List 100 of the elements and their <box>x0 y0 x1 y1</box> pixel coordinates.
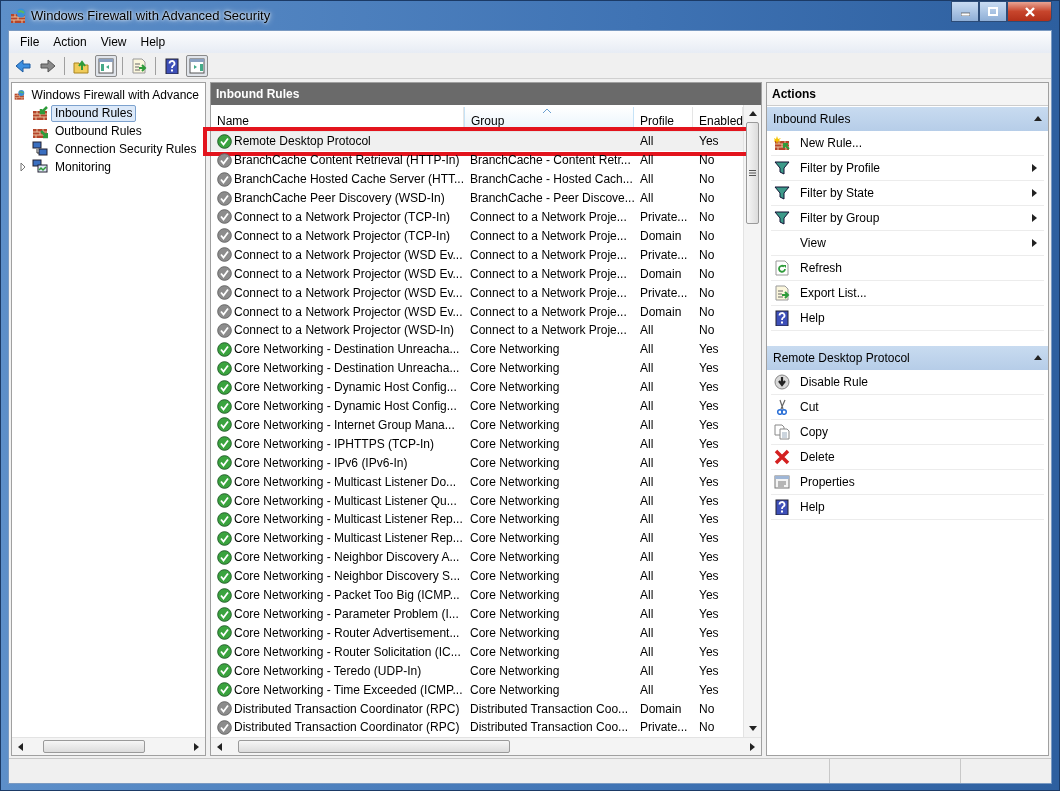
tree-item[interactable]: Windows Firewall with Advance <box>27 86 203 104</box>
action-link[interactable]: Delete <box>800 450 1044 464</box>
funnel-icon <box>774 210 790 226</box>
table-cell: Core Networking - Parameter Problem (I... <box>234 607 459 621</box>
table-cell: Core Networking - Router Advertisement... <box>234 625 460 640</box>
menu-item[interactable]: Help <box>133 33 173 51</box>
horizontal-scrollbar[interactable] <box>12 737 205 755</box>
new-rule-icon <box>774 135 790 151</box>
copy-icon <box>774 424 790 440</box>
maximize-button[interactable] <box>979 1 1007 22</box>
table-cell: Core Networking - Destination Unreacha... <box>234 361 460 376</box>
tree-item[interactable]: Inbound Rules <box>51 104 137 122</box>
table-cell: Distributed Transaction Coordinator (RPC) <box>234 720 460 735</box>
action-link[interactable]: Help <box>800 500 1044 514</box>
scroll-down-icon[interactable] <box>748 724 757 733</box>
table-cell: BranchCache - Peer Discove... <box>470 191 635 206</box>
tree-item[interactable]: Outbound Rules <box>51 122 146 140</box>
table-cell: Core Networking <box>470 436 560 451</box>
export-list-icon <box>774 285 790 301</box>
table-cell: Yes <box>699 361 719 376</box>
table-cell: All <box>640 474 654 489</box>
table-cell: Connect to a Network Projector (TCP-In) <box>234 228 451 243</box>
scroll-thumb[interactable] <box>43 740 145 753</box>
table-cell: No <box>699 266 715 281</box>
scroll-left-icon[interactable] <box>16 742 25 751</box>
section-header[interactable]: Remote Desktop Protocol <box>767 346 1048 370</box>
submenu-arrow-icon[interactable] <box>1031 164 1039 172</box>
minimize-button[interactable] <box>951 1 979 22</box>
table-cell: Yes <box>699 380 719 395</box>
action-link[interactable]: Filter by Group <box>800 211 1021 225</box>
table-cell: Core Networking <box>470 417 560 432</box>
table-cell: Core Networking - Destination Unreacha... <box>234 342 460 357</box>
funnel-icon <box>774 160 790 176</box>
submenu-arrow-icon[interactable] <box>1031 214 1039 222</box>
scroll-left-icon[interactable] <box>215 742 224 751</box>
scroll-thumb[interactable] <box>238 740 510 753</box>
table-cell: All <box>640 417 654 432</box>
expand-icon[interactable] <box>20 163 28 171</box>
menu-item[interactable]: File <box>13 33 47 51</box>
table-cell: Core Networking - Neighbor Discovery A... <box>234 550 460 565</box>
table-cell: Core Networking - Time Exceeded (ICMP... <box>234 682 463 697</box>
action-link[interactable]: Cut <box>800 400 1044 414</box>
action-link[interactable]: Refresh <box>800 261 1044 275</box>
submenu-arrow-icon[interactable] <box>1031 239 1039 247</box>
connection-security-icon <box>32 141 48 157</box>
action-link[interactable]: New Rule... <box>800 136 1044 150</box>
table-cell: Yes <box>699 342 719 357</box>
table-cell: Core Networking <box>470 455 560 470</box>
table-cell: All <box>640 172 654 187</box>
action-link[interactable]: Properties <box>800 475 1044 489</box>
action-link[interactable]: Export List... <box>800 286 1044 300</box>
column-header[interactable]: Profile <box>634 107 693 131</box>
table-cell: All <box>640 399 654 414</box>
table-cell: Core Networking <box>470 380 560 395</box>
tree-item[interactable]: Monitoring <box>51 158 116 176</box>
table-cell: All <box>640 342 654 357</box>
scroll-right-icon[interactable] <box>748 742 757 751</box>
section-header[interactable]: Inbound Rules <box>767 107 1048 131</box>
table-cell: All <box>640 607 654 621</box>
action-link[interactable]: Copy <box>800 425 1044 439</box>
submenu-arrow-icon[interactable] <box>1031 189 1039 197</box>
table-cell: Distributed Transaction Coordinator (RPC) <box>234 701 460 716</box>
funnel-icon <box>774 185 790 201</box>
table-cell: BranchCache - Content Retr... <box>470 153 631 168</box>
close-button[interactable] <box>1007 1 1052 22</box>
close-icon <box>1024 6 1035 17</box>
action-link[interactable]: Filter by Profile <box>800 161 1021 175</box>
table-cell: Yes <box>699 625 719 640</box>
scroll-thumb[interactable] <box>746 122 759 224</box>
menu-item[interactable]: Action <box>46 33 94 51</box>
table-cell: Domain <box>640 304 682 319</box>
scroll-right-icon[interactable] <box>192 742 201 751</box>
action-link[interactable]: Disable Rule <box>800 375 1044 389</box>
grip-icon <box>749 170 756 176</box>
action-link[interactable]: Filter by State <box>800 186 1021 200</box>
menu-item[interactable]: View <box>93 33 134 51</box>
collapse-icon[interactable] <box>1034 354 1042 362</box>
table-cell: Yes <box>699 512 719 527</box>
table-cell: Distributed Transaction Coo... <box>470 701 629 716</box>
table-cell: Yes <box>699 663 719 678</box>
tree-item[interactable]: Connection Security Rules <box>51 140 201 158</box>
table-cell: Connect to a Network Proje... <box>470 209 627 224</box>
table-cell: Core Networking <box>470 607 560 621</box>
table-cell: Yes <box>699 550 719 565</box>
action-link[interactable]: Help <box>800 311 1044 325</box>
table-cell: Yes <box>699 474 719 489</box>
table-cell: Connect to a Network Projector (TCP-In) <box>234 209 451 224</box>
table-cell: All <box>640 588 654 603</box>
action-link[interactable]: View <box>800 236 1021 250</box>
table-cell: Domain <box>640 266 682 281</box>
scroll-up-icon[interactable] <box>748 109 757 118</box>
collapse-icon[interactable] <box>1034 115 1042 123</box>
table-cell: All <box>640 323 654 338</box>
horizontal-scrollbar[interactable] <box>211 737 761 755</box>
export-list-icon <box>131 57 147 74</box>
table-cell: Connect to a Network Proje... <box>470 247 627 262</box>
console-tree-icon-button[interactable] <box>95 54 117 77</box>
table-cell: Connect to a Network Proje... <box>470 228 627 243</box>
vertical-scrollbar[interactable] <box>743 105 761 737</box>
action-pane-icon <box>189 57 205 74</box>
